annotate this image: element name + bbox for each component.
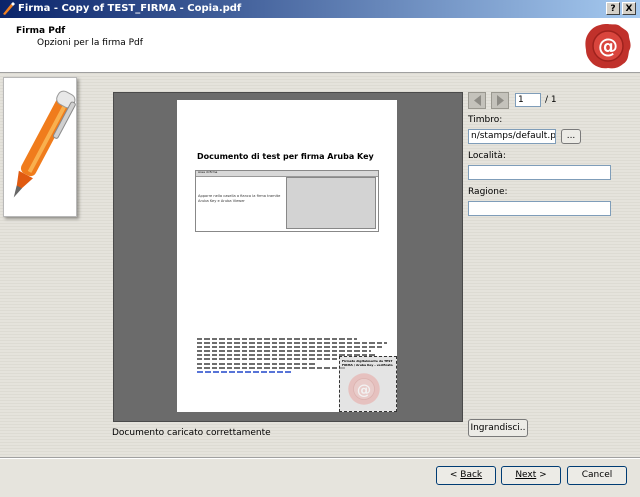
browse-button[interactable]: ... xyxy=(561,129,581,144)
signature-table: Area di firma Apporre nella casella a fi… xyxy=(195,170,379,232)
back-button[interactable]: < Back xyxy=(436,466,496,485)
table-text: Apporre nella casella a fianco la firma … xyxy=(198,194,281,203)
pdf-page: Documento di test per firma Aruba Key Ar… xyxy=(177,100,397,412)
localita-label: Località: xyxy=(468,151,506,161)
ragione-field[interactable] xyxy=(468,201,611,216)
arrow-right-icon xyxy=(497,95,504,106)
next-button[interactable]: Next > xyxy=(501,466,561,485)
zoom-button[interactable]: Ingrandisci.. xyxy=(468,419,528,437)
status-text: Documento caricato correttamente xyxy=(112,428,271,438)
stamp-text: Firmato digitalmente da TEST FIRMA / Aru… xyxy=(342,359,393,367)
doc-title: Documento di test per firma Aruba Key xyxy=(197,152,374,161)
wax-seal-icon: @ xyxy=(585,24,631,69)
window-title: Firma - Copy of TEST_FIRMA - Copia.pdf xyxy=(18,3,242,14)
header-title: Firma Pdf xyxy=(16,26,66,36)
svg-text:@: @ xyxy=(598,34,618,58)
wizard-header: Firma Pdf Opzioni per la firma Pdf xyxy=(0,18,640,73)
next-button-label: Next xyxy=(515,470,537,480)
localita-field[interactable] xyxy=(468,165,611,180)
arrow-left-icon xyxy=(474,95,481,106)
help-button[interactable]: ? xyxy=(606,2,620,15)
timbro-field[interactable]: n/stamps/default.png xyxy=(468,129,556,144)
footer-bar: < Back Next > Cancel xyxy=(0,459,640,497)
next-page-button[interactable] xyxy=(491,92,509,109)
app-icon xyxy=(3,2,15,15)
svg-text:@: @ xyxy=(357,382,371,398)
stamp-seal-icon: @ xyxy=(348,373,380,405)
close-button[interactable]: X xyxy=(622,2,636,15)
back-button-label: Back xyxy=(460,470,483,480)
cancel-button[interactable]: Cancel xyxy=(567,466,627,485)
title-bar: Firma - Copy of TEST_FIRMA - Copia.pdf ?… xyxy=(0,0,640,18)
timbro-label: Timbro: xyxy=(468,115,503,125)
page-total: / 1 xyxy=(545,95,557,105)
header-subtitle: Opzioni per la firma Pdf xyxy=(37,38,143,48)
pen-illustration xyxy=(3,77,77,217)
signature-box xyxy=(286,177,376,229)
signature-stamp[interactable]: Firmato digitalmente da TEST FIRMA / Aru… xyxy=(339,356,397,412)
ragione-label: Ragione: xyxy=(468,187,508,197)
prev-page-button[interactable] xyxy=(468,92,486,109)
page-number-input[interactable]: 1 xyxy=(515,93,541,107)
